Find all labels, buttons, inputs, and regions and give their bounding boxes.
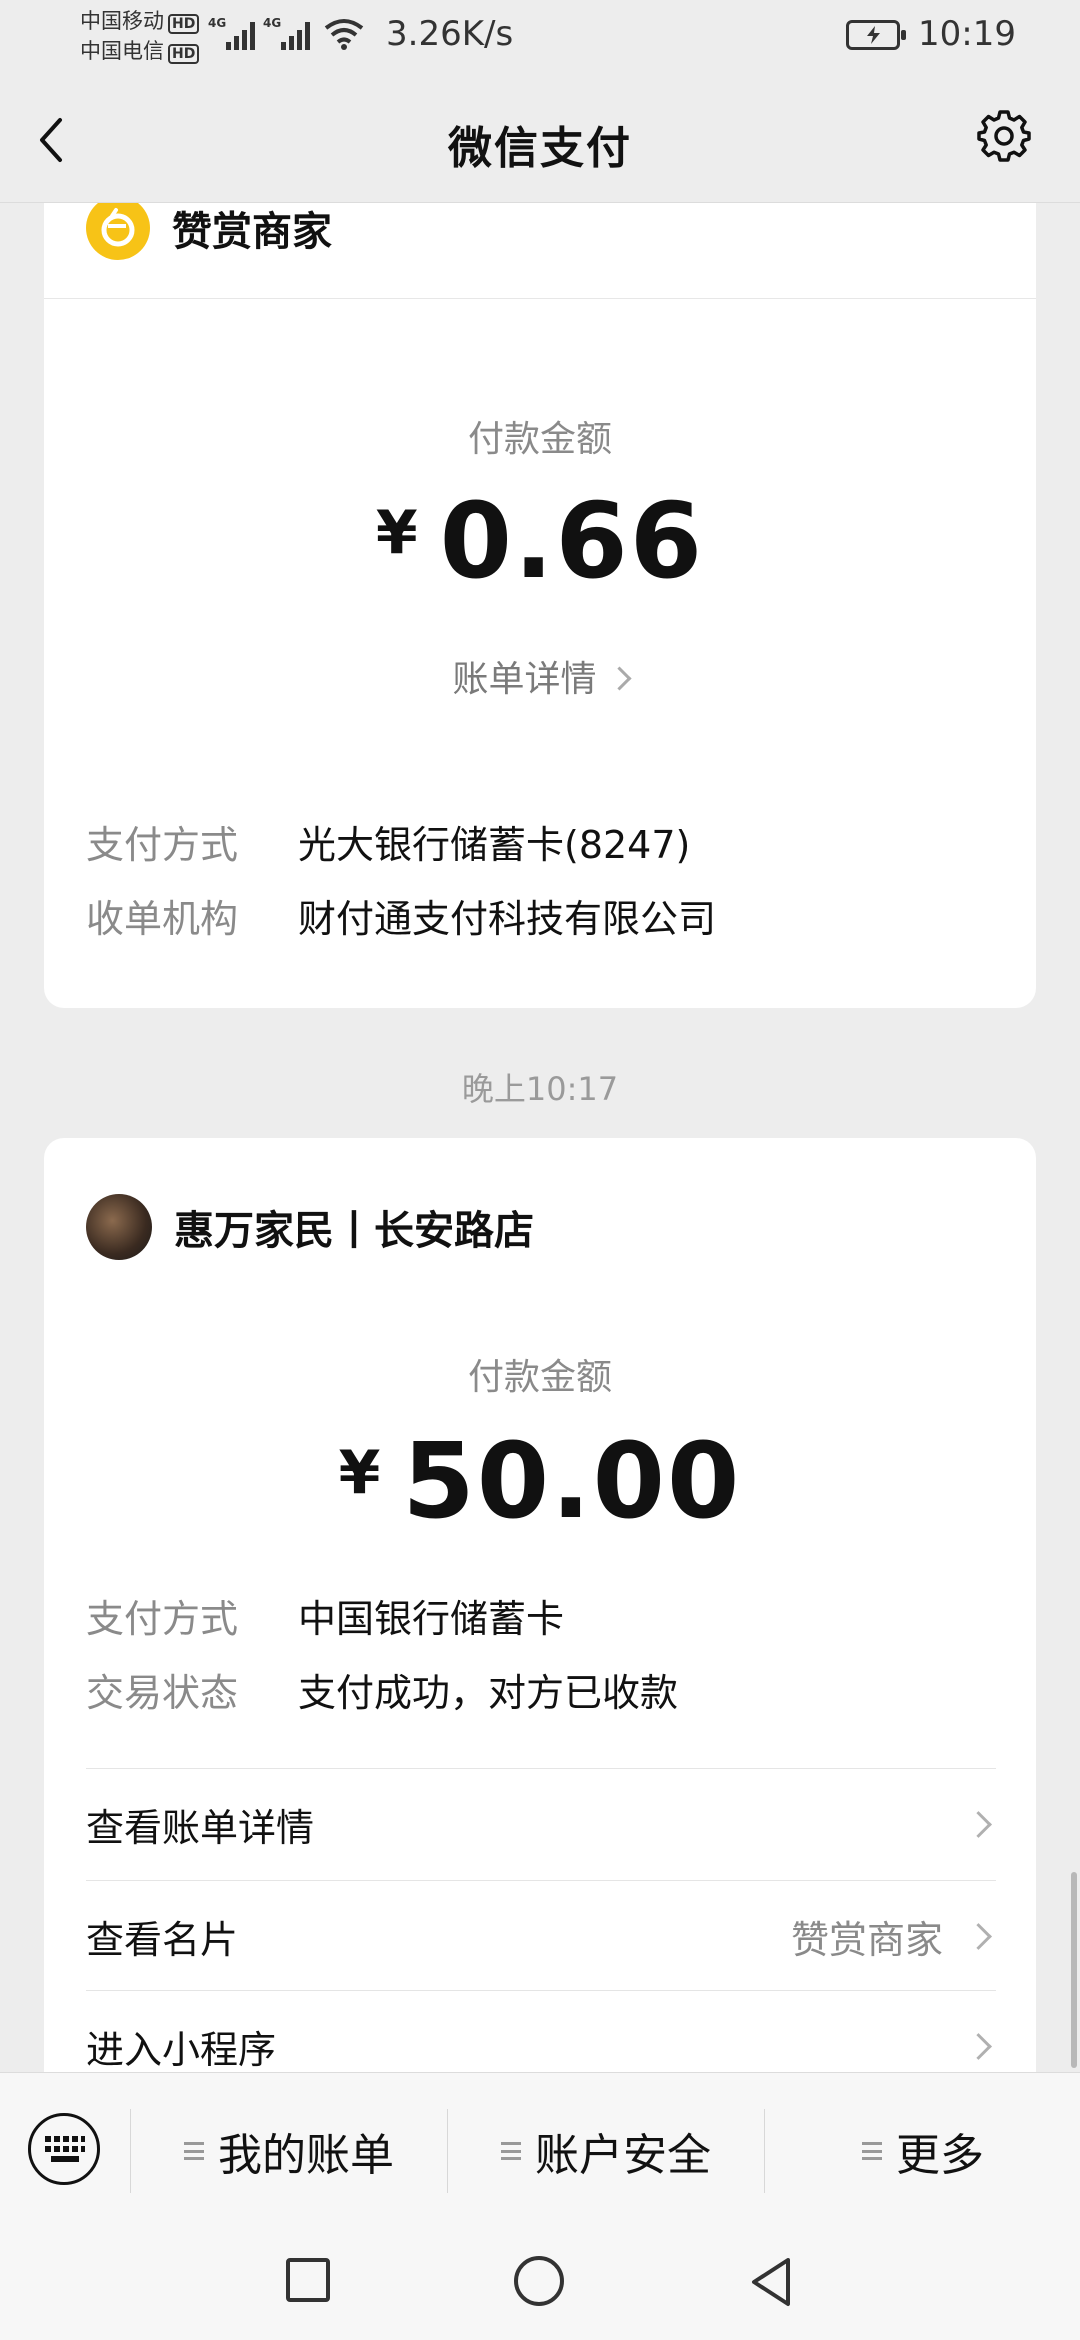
hd-badge: HD xyxy=(168,44,200,64)
keyboard-icon[interactable] xyxy=(28,2113,100,2185)
chevron-right-icon xyxy=(606,666,632,691)
signal-indicators: 4G 4G xyxy=(208,16,364,50)
toolbar-label: 更多 xyxy=(896,2130,984,2181)
detail-key: 支付方式 xyxy=(86,823,239,867)
hd-badge: HD xyxy=(168,14,200,34)
more-button[interactable]: 更多 xyxy=(765,2121,1080,2181)
navigation-bar: 微信支付 xyxy=(0,76,1080,203)
currency-symbol: ¥ xyxy=(375,498,418,568)
detail-key: 交易状态 xyxy=(86,1671,239,1715)
row-value: 赞赏商家 xyxy=(790,1917,943,1962)
network-speed: 3.26K/s xyxy=(386,14,514,54)
merchant-name: 赞赏商家 xyxy=(172,209,332,255)
recent-apps-icon[interactable] xyxy=(286,2258,330,2302)
detail-row-payment-method: 支付方式 光大银行储蓄卡(8247) xyxy=(86,814,690,869)
home-icon[interactable] xyxy=(514,2256,564,2306)
detail-key: 收单机构 xyxy=(86,897,239,941)
merchant-logo-icon xyxy=(86,196,150,260)
signal-icon: 4G xyxy=(208,16,255,50)
chevron-right-icon xyxy=(965,1810,992,1838)
message-timestamp: 晚上10:17 xyxy=(461,1070,619,1108)
status-time: 10:19 xyxy=(918,14,1016,54)
menu-icon xyxy=(184,2142,204,2160)
detail-row-transaction-status: 交易状态 支付成功，对方已收款 xyxy=(86,1662,678,1717)
detail-value: 中国银行储蓄卡 xyxy=(298,1597,565,1641)
detail-value: 财付通支付科技有限公司 xyxy=(298,897,717,941)
battery-icon xyxy=(846,20,906,50)
view-bill-detail-row[interactable]: 查看账单详情 xyxy=(86,1768,996,1879)
detail-key: 支付方式 xyxy=(86,1597,239,1641)
my-bills-button[interactable]: 我的账单 xyxy=(131,2121,447,2181)
carrier-2: 中国电信 xyxy=(80,39,164,63)
amount-value: ¥50.00 xyxy=(44,1420,1036,1542)
menu-icon xyxy=(862,2142,882,2160)
view-business-card-row[interactable]: 查看名片 赞赏商家 xyxy=(86,1880,996,1991)
currency-symbol: ¥ xyxy=(338,1438,381,1508)
amount-number: 50.00 xyxy=(402,1420,742,1542)
bottom-toolbar: 我的账单 账户安全 更多 xyxy=(0,2072,1080,2229)
status-bar: 中国移动 HD 中国电信 HD 4G 4G 3.26K/s 10:19 xyxy=(0,0,1080,76)
bill-detail-label: 账单详情 xyxy=(452,659,597,700)
detail-value: 支付成功，对方已收款 xyxy=(298,1671,679,1715)
toolbar-label: 我的账单 xyxy=(218,2130,394,2181)
chevron-right-icon xyxy=(965,1922,992,1950)
payment-card: 惠万家民丨长安路店 付款金额 ¥50.00 支付方式 中国银行储蓄卡 交易状态 … xyxy=(44,1138,1036,2138)
carrier-info: 中国移动 HD 中国电信 HD xyxy=(80,6,200,66)
merchant-name: 惠万家民丨长安路店 xyxy=(174,1208,534,1254)
gear-icon[interactable] xyxy=(974,106,1034,166)
signal-icon: 4G xyxy=(263,16,310,50)
account-security-button[interactable]: 账户安全 xyxy=(448,2121,764,2181)
amount-value: ¥0.66 xyxy=(44,480,1036,602)
network-type: 4G xyxy=(208,16,227,30)
merchant-header: 赞赏商家 xyxy=(86,196,332,260)
toolbar-label: 账户安全 xyxy=(535,2130,711,2181)
detail-value: 光大银行储蓄卡(8247) xyxy=(298,823,691,867)
system-navigation-bar xyxy=(0,2228,1080,2340)
wifi-icon xyxy=(324,19,364,50)
row-label: 进入小程序 xyxy=(86,2027,277,2072)
payment-card: 赞赏商家 付款金额 ¥0.66 账单详情 支付方式 光大银行储蓄卡(8247) … xyxy=(44,120,1036,1008)
network-type: 4G xyxy=(263,16,282,30)
scrollbar[interactable] xyxy=(1071,1872,1077,2068)
merchant-avatar xyxy=(86,1194,152,1260)
carrier-1: 中国移动 xyxy=(80,9,164,33)
menu-icon xyxy=(501,2142,521,2160)
divider xyxy=(44,298,1036,299)
amount-number: 0.66 xyxy=(439,480,705,602)
detail-row-acquirer: 收单机构 财付通支付科技有限公司 xyxy=(86,888,716,943)
bill-detail-link[interactable]: 账单详情 xyxy=(44,650,1036,702)
merchant-header[interactable]: 惠万家民丨长安路店 xyxy=(86,1194,534,1260)
amount-label: 付款金额 xyxy=(467,419,612,460)
charging-bolt-icon xyxy=(867,26,880,44)
system-back-icon[interactable] xyxy=(746,2254,796,2310)
chevron-right-icon xyxy=(965,2032,992,2060)
page-title: 微信支付 xyxy=(448,123,632,174)
amount-label: 付款金额 xyxy=(467,1357,612,1398)
row-label: 查看名片 xyxy=(86,1917,239,1962)
detail-row-payment-method: 支付方式 中国银行储蓄卡 xyxy=(86,1588,564,1643)
row-label: 查看账单详情 xyxy=(86,1805,315,1850)
